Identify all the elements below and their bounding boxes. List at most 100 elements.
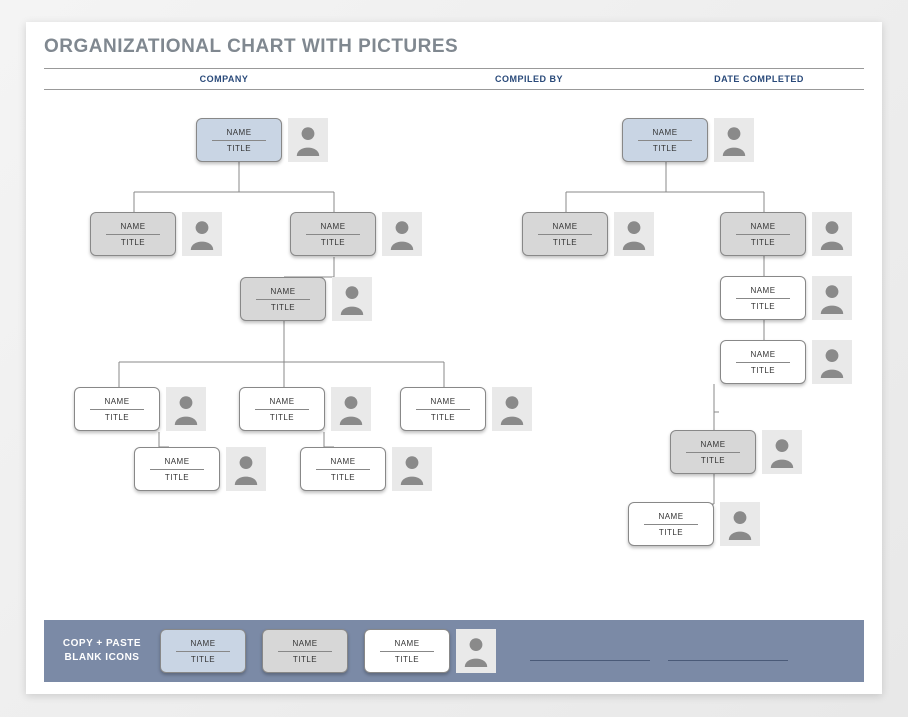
org-node-right-l5-0[interactable]: NAME TITLE xyxy=(628,502,760,546)
avatar-placeholder xyxy=(166,387,206,431)
title-label: TITLE xyxy=(431,413,455,422)
org-node-left-l4-2[interactable]: NAME TITLE xyxy=(400,387,532,431)
org-node-right-root[interactable]: NAME TITLE xyxy=(622,118,754,162)
name-label: NAME xyxy=(190,639,215,648)
title-label: TITLE xyxy=(653,144,677,153)
org-card: NAME TITLE xyxy=(74,387,160,431)
org-node-left-l2-1[interactable]: NAME TITLE xyxy=(290,212,422,256)
org-node-left-l4-0[interactable]: NAME TITLE xyxy=(74,387,206,431)
name-label: NAME xyxy=(658,512,683,521)
org-node-left-l4-1[interactable]: NAME TITLE xyxy=(239,387,371,431)
org-card: NAME TITLE xyxy=(720,276,806,320)
org-card: NAME TITLE xyxy=(720,212,806,256)
org-card: NAME TITLE xyxy=(522,212,608,256)
card-divider xyxy=(736,298,790,299)
org-node-left-l5-0[interactable]: NAME TITLE xyxy=(134,447,266,491)
name-label: NAME xyxy=(164,457,189,466)
org-node-right-l4-0[interactable]: NAME TITLE xyxy=(670,430,802,474)
org-node-left-l3-0[interactable]: NAME TITLE xyxy=(240,277,372,321)
org-node-right-l3-0[interactable]: NAME TITLE xyxy=(720,276,852,320)
name-label: NAME xyxy=(700,440,725,449)
avatar-placeholder xyxy=(714,118,754,162)
name-label: NAME xyxy=(750,350,775,359)
name-label: NAME xyxy=(750,222,775,231)
org-node-right-l2-1[interactable]: NAME TITLE xyxy=(720,212,852,256)
title-label: TITLE xyxy=(321,238,345,247)
name-label: NAME xyxy=(552,222,577,231)
name-label: NAME xyxy=(120,222,145,231)
title-label: TITLE xyxy=(121,238,145,247)
org-card: NAME TITLE xyxy=(720,340,806,384)
meta-date-completed-label: DATE COMPLETED xyxy=(654,74,864,84)
avatar-placeholder xyxy=(226,447,266,491)
org-card: NAME TITLE xyxy=(300,447,386,491)
name-label: NAME xyxy=(104,397,129,406)
footer-label-line2: BLANK ICONS xyxy=(65,652,140,663)
card-divider xyxy=(538,234,592,235)
org-node-right-l3-1[interactable]: NAME TITLE xyxy=(720,340,852,384)
name-label: NAME xyxy=(330,457,355,466)
org-card: NAME TITLE xyxy=(670,430,756,474)
org-card: NAME TITLE xyxy=(239,387,325,431)
title-label: TITLE xyxy=(331,473,355,482)
title-label: TITLE xyxy=(751,366,775,375)
name-label: NAME xyxy=(652,128,677,137)
template-blue[interactable]: NAME TITLE xyxy=(160,629,246,673)
org-card: NAME TITLE xyxy=(290,212,376,256)
chart-canvas: NAME TITLE NAME TITLE NAME TITLE xyxy=(44,102,864,562)
avatar-placeholder xyxy=(720,502,760,546)
connector-lines xyxy=(44,102,864,562)
title-label: TITLE xyxy=(105,413,129,422)
avatar-placeholder xyxy=(812,340,852,384)
card-divider xyxy=(150,469,204,470)
org-node-left-l5-1[interactable]: NAME TITLE xyxy=(300,447,432,491)
title-label: TITLE xyxy=(395,655,419,664)
card-divider xyxy=(306,234,360,235)
avatar-placeholder xyxy=(614,212,654,256)
name-label: NAME xyxy=(394,639,419,648)
card-divider xyxy=(176,651,230,652)
card-divider xyxy=(255,409,309,410)
card-divider xyxy=(278,651,332,652)
title-label: TITLE xyxy=(293,655,317,664)
org-node-right-l2-0[interactable]: NAME TITLE xyxy=(522,212,654,256)
title-label: TITLE xyxy=(270,413,294,422)
template-gray[interactable]: NAME TITLE xyxy=(262,629,348,673)
avatar-placeholder xyxy=(812,276,852,320)
title-label: TITLE xyxy=(553,238,577,247)
meta-company-label: COMPANY xyxy=(44,74,404,84)
avatar-placeholder xyxy=(288,118,328,162)
card-divider xyxy=(256,299,310,300)
title-label: TITLE xyxy=(659,528,683,537)
template-white[interactable]: NAME TITLE xyxy=(364,629,496,673)
card-divider xyxy=(686,452,740,453)
org-card: NAME TITLE xyxy=(160,629,246,673)
meta-compiled-by-label: COMPILED BY xyxy=(404,74,654,84)
name-label: NAME xyxy=(750,286,775,295)
org-card: NAME TITLE xyxy=(622,118,708,162)
org-card: NAME TITLE xyxy=(628,502,714,546)
title-label: TITLE xyxy=(191,655,215,664)
card-divider xyxy=(736,362,790,363)
card-divider xyxy=(90,409,144,410)
org-card: NAME TITLE xyxy=(134,447,220,491)
title-label: TITLE xyxy=(227,144,251,153)
name-label: NAME xyxy=(226,128,251,137)
card-divider xyxy=(644,524,698,525)
footer-underline-2 xyxy=(668,651,788,661)
card-divider xyxy=(380,651,434,652)
page: ORGANIZATIONAL CHART WITH PICTURES COMPA… xyxy=(26,22,882,694)
avatar-placeholder xyxy=(812,212,852,256)
card-divider xyxy=(638,140,692,141)
card-divider xyxy=(416,409,470,410)
name-label: NAME xyxy=(320,222,345,231)
page-title: ORGANIZATIONAL CHART WITH PICTURES xyxy=(44,36,864,58)
avatar-placeholder xyxy=(762,430,802,474)
org-card: NAME TITLE xyxy=(196,118,282,162)
org-node-left-l2-0[interactable]: NAME TITLE xyxy=(90,212,222,256)
org-node-left-root[interactable]: NAME TITLE xyxy=(196,118,328,162)
name-label: NAME xyxy=(292,639,317,648)
org-card: NAME TITLE xyxy=(240,277,326,321)
card-divider xyxy=(316,469,370,470)
avatar-placeholder xyxy=(332,277,372,321)
